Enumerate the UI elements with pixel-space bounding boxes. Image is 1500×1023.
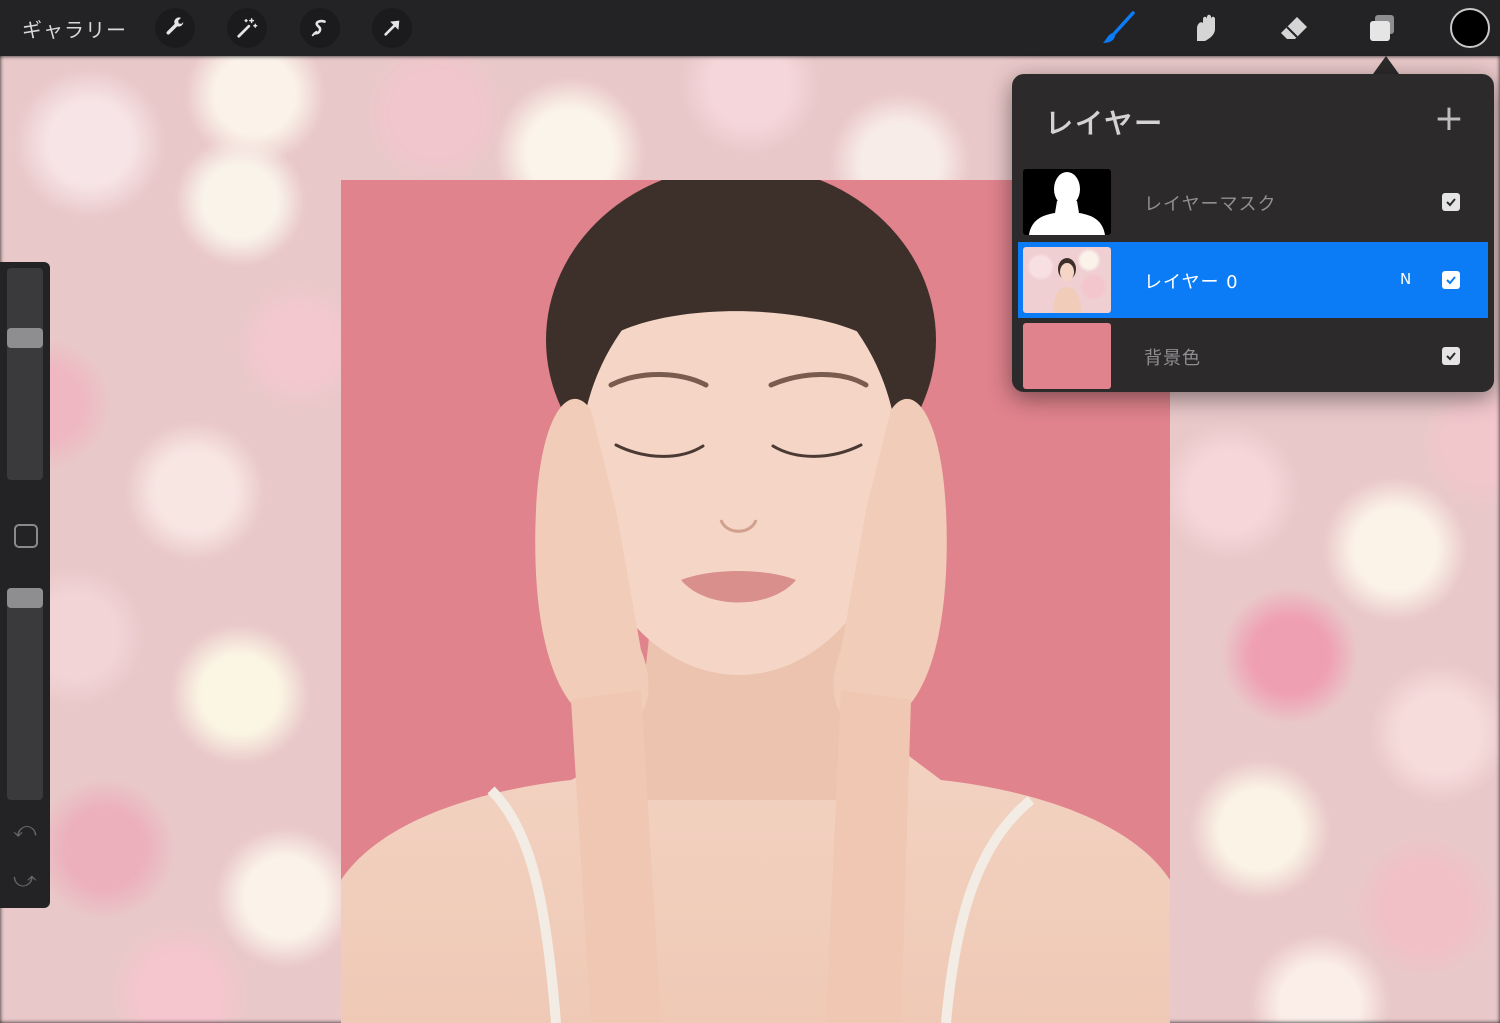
brush-button[interactable] — [1098, 10, 1138, 46]
undo-icon[interactable]: ⤺ — [13, 818, 37, 843]
layers-panel-title: レイヤー — [1045, 107, 1165, 140]
checkmark-icon — [1446, 352, 1456, 361]
layers-icon — [1370, 15, 1394, 41]
left-sidebar: ⤺ ⤻ — [0, 262, 50, 908]
brush-size-thumb[interactable] — [7, 328, 43, 348]
layers-panel: レイヤー + レイヤーマスク レイヤー 0 N 背景色 — [1012, 74, 1494, 392]
photo-thumbnail — [1023, 247, 1111, 313]
gallery-button[interactable]: ギャラリー — [22, 14, 127, 43]
layer-name: レイヤー 0 — [1144, 272, 1239, 293]
checkmark-icon — [1446, 276, 1456, 285]
visibility-checkbox[interactable] — [1442, 347, 1460, 365]
smudge-button[interactable] — [1186, 10, 1226, 46]
layer-row-background-color[interactable]: 背景色 — [1018, 318, 1488, 394]
redo-icon[interactable]: ⤻ — [13, 868, 37, 893]
blend-mode-button[interactable]: N — [1400, 270, 1411, 288]
transform-button[interactable] — [372, 8, 412, 48]
color-thumbnail — [1023, 323, 1111, 389]
layers-panel-pointer — [1373, 56, 1399, 74]
layer-row-mask[interactable]: レイヤーマスク — [1018, 164, 1488, 240]
eraser-icon — [1281, 17, 1307, 39]
mask-thumbnail — [1023, 169, 1111, 235]
wrench-icon — [166, 17, 185, 35]
plus-icon[interactable]: + — [1430, 101, 1468, 140]
magic-wand-icon — [237, 18, 258, 38]
visibility-checkbox[interactable] — [1442, 271, 1460, 289]
actions-button[interactable] — [155, 8, 195, 48]
layer-name: レイヤーマスク — [1144, 194, 1277, 215]
layer-row-layer-0[interactable]: レイヤー 0 N — [1018, 242, 1488, 318]
transform-arrow-icon — [384, 20, 400, 36]
opacity-thumb[interactable] — [7, 588, 43, 608]
layers-button[interactable] — [1362, 10, 1402, 46]
checkmark-icon — [1446, 198, 1456, 207]
top-toolbar: ギャラリー — [0, 0, 1500, 56]
visibility-checkbox[interactable] — [1442, 193, 1460, 211]
selection-icon — [311, 19, 326, 37]
selection-button[interactable] — [300, 8, 340, 48]
smudge-icon — [1197, 14, 1215, 41]
color-picker-button[interactable] — [1450, 8, 1490, 48]
opacity-slider[interactable] — [7, 588, 43, 800]
adjustments-button[interactable] — [227, 8, 267, 48]
brush-icon — [1103, 11, 1135, 43]
eraser-button[interactable] — [1274, 10, 1314, 46]
layer-name: 背景色 — [1144, 348, 1201, 369]
brush-size-slider[interactable] — [7, 268, 43, 480]
square-modify-icon[interactable] — [14, 524, 38, 548]
